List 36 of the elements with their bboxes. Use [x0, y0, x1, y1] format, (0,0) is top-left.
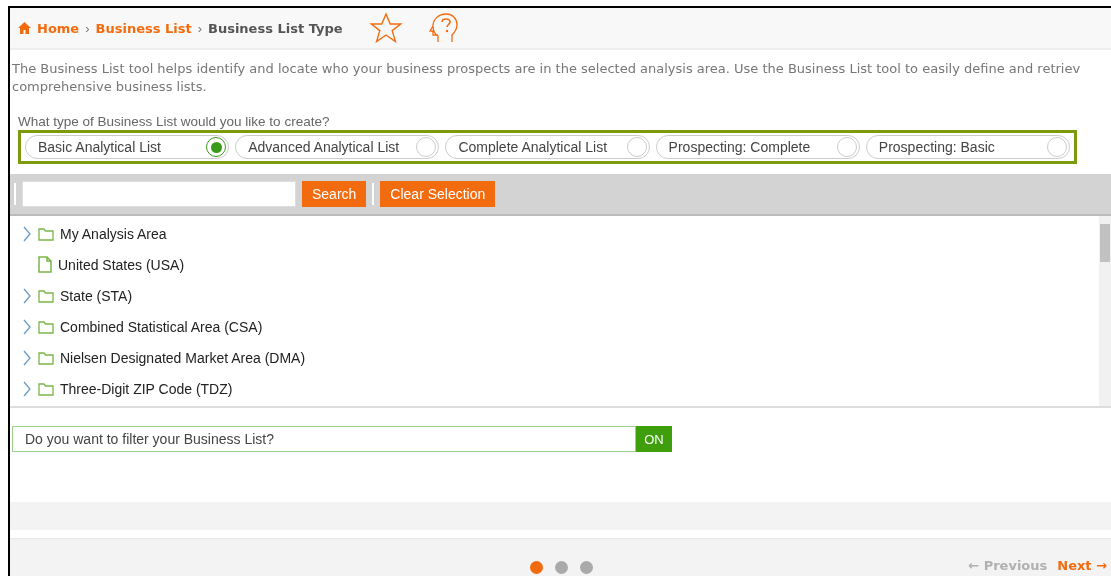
head-question-icon[interactable] — [428, 12, 459, 44]
page-dot[interactable] — [530, 561, 543, 574]
radio-button[interactable] — [626, 137, 647, 157]
file-icon — [38, 256, 52, 273]
question-label: What type of Business List would you like to create? — [18, 114, 330, 129]
radio-button[interactable] — [1047, 137, 1067, 157]
search-field[interactable] — [22, 181, 296, 207]
folder-icon — [38, 381, 54, 396]
chevron-right-icon[interactable] — [22, 225, 32, 242]
radio-button[interactable] — [206, 137, 227, 157]
chevron-right-icon[interactable] — [22, 318, 32, 335]
tree-item[interactable]: My Analysis Area — [60, 225, 167, 242]
radio-button[interactable] — [416, 137, 437, 157]
scrollbar[interactable] — [1099, 216, 1111, 406]
description-text: The Business List tool helps identify and locate who your business prospects are in the selected analysis area. Use the Business List tool to easily define and retriev comprehensive business lists. — [11, 60, 1082, 96]
tree-item[interactable]: Nielsen Designated Market Area (DMA) — [60, 349, 306, 366]
chevron-right-icon[interactable] — [22, 380, 32, 397]
tree-item[interactable]: Three-Digit ZIP Code (TDZ) — [60, 380, 233, 397]
folder-icon — [38, 350, 54, 365]
page-dot[interactable] — [555, 561, 568, 574]
folder-icon — [38, 226, 54, 241]
tree-item[interactable]: United States (USA) — [58, 256, 185, 273]
breadcrumb-separator: › — [85, 20, 90, 36]
breadcrumb-separator: › — [197, 20, 202, 36]
radio-button[interactable] — [836, 137, 857, 157]
folder-icon — [38, 319, 54, 334]
tree-item[interactable]: State (STA) — [60, 287, 133, 304]
chevron-right-icon[interactable] — [22, 349, 32, 366]
page-dot[interactable] — [580, 561, 593, 574]
filter-question: Do you want to filter your Business List? — [12, 426, 636, 452]
folder-icon — [38, 288, 54, 303]
chevron-right-icon[interactable] — [22, 287, 32, 304]
tree-item[interactable]: Combined Statistical Area (CSA) — [60, 318, 263, 335]
breadcrumb-link[interactable]: Business List Type — [208, 20, 343, 36]
home-icon — [18, 22, 31, 34]
star-icon[interactable] — [368, 12, 403, 44]
